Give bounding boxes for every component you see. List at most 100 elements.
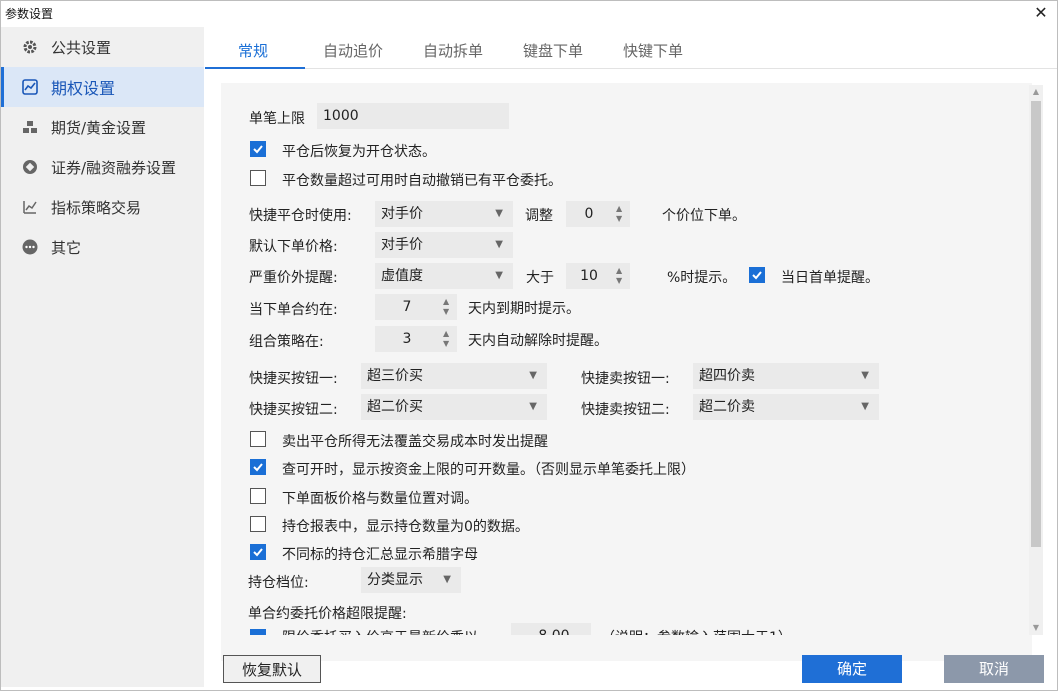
sidebar-item-label: 期权设置 xyxy=(51,79,116,98)
stepper-up-icon[interactable]: ▲ xyxy=(616,204,626,214)
first-order-checkbox[interactable] xyxy=(749,267,765,283)
scroll-up-icon[interactable]: ▲ xyxy=(1029,85,1043,99)
quick-close-select[interactable]: 对手价 ▼ xyxy=(375,201,513,227)
edit-chart-icon xyxy=(21,198,39,216)
stepper-down-icon[interactable]: ▼ xyxy=(443,307,453,317)
restore-open-label: 平仓后恢复为开仓状态。 xyxy=(282,144,436,160)
sidebar-item-indicator[interactable]: 指标策略交易 xyxy=(1,187,204,227)
greater-suffix: %时提示。 xyxy=(667,270,737,286)
expiry-stepper[interactable]: 7 ▲ ▼ xyxy=(375,294,457,320)
limit-warn-label: 单合约委托价格超限提醒: xyxy=(248,606,407,622)
ok-button[interactable]: 确定 xyxy=(802,655,902,683)
buy1-label: 快捷买按钮一: xyxy=(249,371,338,387)
chevron-down-icon: ▼ xyxy=(495,208,503,219)
cancel-button[interactable]: 取消 xyxy=(944,655,1044,683)
stepper-down-icon[interactable]: ▼ xyxy=(616,214,626,224)
limit-line-label: 限价委托买入价高于最新价乘以 xyxy=(282,627,478,635)
sidebar-item-common[interactable]: 公共设置 xyxy=(1,27,204,67)
buy2-label: 快捷买按钮二: xyxy=(249,402,338,418)
quick-close-value: 对手价 xyxy=(381,206,423,222)
sell2-select[interactable]: 超二价卖 ▼ xyxy=(693,394,879,420)
sidebar-item-label: 指标策略交易 xyxy=(51,198,142,217)
chevron-down-icon: ▼ xyxy=(495,239,503,250)
chevron-down-icon: ▼ xyxy=(529,370,537,381)
tab-auto-chase[interactable]: 自动追价 xyxy=(323,40,383,61)
zero-position-checkbox[interactable] xyxy=(250,516,266,532)
sidebar: 公共设置 期权设置 期货/黄金设置 证券/融资融券设置 指标策略交易 其它 xyxy=(1,27,204,687)
buy1-value: 超三价买 xyxy=(367,368,423,384)
vertical-scrollbar[interactable]: ▲ ▼ xyxy=(1029,85,1043,635)
default-price-value: 对手价 xyxy=(381,237,423,253)
sidebar-item-securities[interactable]: 证券/融资融券设置 xyxy=(1,147,204,187)
chevron-down-icon: ▼ xyxy=(443,574,451,585)
auto-cancel-checkbox[interactable] xyxy=(250,170,266,186)
buy2-select[interactable]: 超二价买 ▼ xyxy=(361,394,547,420)
greek-checkbox[interactable] xyxy=(250,544,266,560)
sidebar-item-label: 证券/融资融券设置 xyxy=(51,158,177,177)
sidebar-item-options[interactable]: 期权设置 xyxy=(1,67,204,107)
default-price-select[interactable]: 对手价 ▼ xyxy=(375,232,513,258)
default-price-label: 默认下单价格: xyxy=(249,239,338,255)
limit-line-checkbox[interactable] xyxy=(250,629,266,635)
first-order-label: 当日首单提醒。 xyxy=(781,270,879,286)
max-per-order-input[interactable]: 1000 xyxy=(317,103,509,129)
clipped-row: 限价委托买入价高于最新价乘以 8.00 （说明：参数输入范围大于1） xyxy=(221,623,1032,635)
window-title: 参数设置 xyxy=(5,7,54,21)
buy1-select[interactable]: 超三价买 ▼ xyxy=(361,363,547,389)
sidebar-item-label: 期货/黄金设置 xyxy=(51,118,147,137)
sidebar-item-other[interactable]: 其它 xyxy=(1,227,204,267)
max-per-order-label: 单笔上限 xyxy=(249,111,305,127)
position-level-label: 持仓档位: xyxy=(248,575,309,591)
stepper-down-icon[interactable]: ▼ xyxy=(443,339,453,349)
swap-label: 下单面板价格与数量位置对调。 xyxy=(282,491,478,507)
auto-cancel-label: 平仓数量超过可用时自动撤销已有平仓委托。 xyxy=(282,173,562,189)
stepper-up-icon[interactable]: ▲ xyxy=(443,297,453,307)
severe-otm-select[interactable]: 虚值度 ▼ xyxy=(375,263,513,289)
greater-stepper[interactable]: 10 ▲ ▼ xyxy=(566,263,630,289)
adjust-label: 调整 xyxy=(525,208,553,224)
sidebar-item-label: 公共设置 xyxy=(51,38,112,57)
cost-warn-checkbox[interactable] xyxy=(250,431,266,447)
combo-stepper[interactable]: 3 ▲ ▼ xyxy=(375,326,457,352)
chevron-down-icon: ▼ xyxy=(529,401,537,412)
sell2-label: 快捷卖按钮二: xyxy=(581,402,670,418)
stepper-up-icon[interactable]: ▲ xyxy=(616,266,626,276)
stepper-down-icon[interactable]: ▼ xyxy=(616,276,626,286)
swap-checkbox[interactable] xyxy=(250,488,266,504)
restore-open-checkbox[interactable] xyxy=(250,141,266,157)
tab-keyboard-order[interactable]: 键盘下单 xyxy=(523,40,583,61)
tab-general[interactable]: 常规 xyxy=(238,40,268,61)
scroll-thumb[interactable] xyxy=(1031,101,1041,547)
stepper-up-icon[interactable]: ▲ xyxy=(443,329,453,339)
cost-warn-label: 卖出平仓所得无法覆盖交易成本时发出提醒 xyxy=(282,434,548,450)
sell1-select[interactable]: 超四价卖 ▼ xyxy=(693,363,879,389)
openable-checkbox[interactable] xyxy=(250,459,266,475)
position-level-value: 分类显示 xyxy=(367,572,423,588)
close-icon[interactable]: ✕ xyxy=(1031,3,1051,23)
severe-otm-label: 严重价外提醒: xyxy=(249,270,338,286)
chevron-down-icon: ▼ xyxy=(861,370,869,381)
adjust-suffix: 个价位下单。 xyxy=(662,208,746,224)
active-tab-indicator xyxy=(205,67,305,69)
more-icon xyxy=(21,238,39,256)
expiry-suffix: 天内到期时提示。 xyxy=(468,301,580,317)
gear-icon xyxy=(21,38,39,56)
chevron-down-icon: ▼ xyxy=(861,401,869,412)
greek-label: 不同标的持仓汇总显示希腊字母 xyxy=(282,547,478,563)
sell2-value: 超二价卖 xyxy=(699,399,755,415)
combo-suffix: 天内自动解除时提醒。 xyxy=(468,333,608,349)
adjust-stepper[interactable]: 0 ▲ ▼ xyxy=(566,201,630,227)
tab-hotkey-order[interactable]: 快键下单 xyxy=(623,40,683,61)
reset-default-button[interactable]: 恢复默认 xyxy=(223,655,321,683)
chevron-down-icon: ▼ xyxy=(495,270,503,281)
position-level-select[interactable]: 分类显示 ▼ xyxy=(361,567,461,593)
openable-label: 查可开时，显示按资金上限的可开数量。（否则显示单笔委托上限） xyxy=(282,462,695,478)
sidebar-item-label: 其它 xyxy=(51,238,82,257)
quick-close-label: 快捷平仓时使用: xyxy=(249,208,352,224)
tab-bar: 常规 自动追价 自动拆单 键盘下单 快键下单 xyxy=(205,27,1057,69)
limit-value-input[interactable]: 8.00 xyxy=(511,623,591,635)
combo-label: 组合策略在: xyxy=(249,334,324,350)
tab-auto-split[interactable]: 自动拆单 xyxy=(423,40,483,61)
sidebar-item-futures[interactable]: 期货/黄金设置 xyxy=(1,107,204,147)
greater-label: 大于 xyxy=(526,270,554,286)
